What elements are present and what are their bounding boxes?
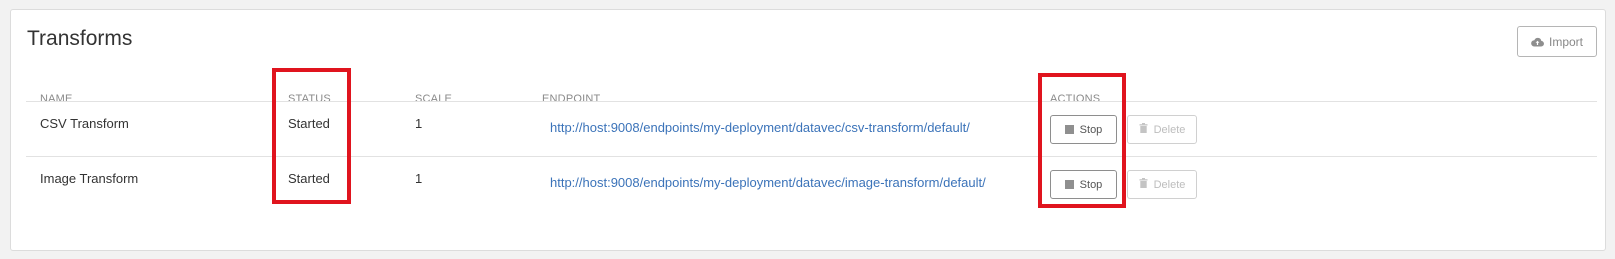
import-button[interactable]: Import (1517, 26, 1597, 57)
row-scale: 1 (415, 116, 423, 131)
column-header-scale: SCALE (415, 93, 453, 105)
row-name: CSV Transform (40, 116, 129, 131)
column-header-actions: ACTIONS (1050, 93, 1101, 105)
delete-button[interactable]: Delete (1127, 170, 1197, 199)
cloud-upload-icon (1531, 37, 1544, 47)
column-header-endpoint: ENDPOINT (542, 93, 601, 105)
trash-icon (1139, 123, 1148, 136)
stop-button[interactable]: Stop (1050, 170, 1117, 199)
row-endpoint-link[interactable]: http://host:9008/endpoints/my-deployment… (550, 175, 986, 190)
header-divider (26, 101, 1597, 102)
stop-label: Stop (1079, 178, 1103, 191)
row-status: Started (288, 116, 330, 131)
row-scale: 1 (415, 171, 423, 186)
stop-icon (1064, 180, 1074, 189)
delete-label: Delete (1153, 123, 1186, 136)
row-endpoint-link[interactable]: http://host:9008/endpoints/my-deployment… (550, 120, 970, 135)
delete-label: Delete (1153, 178, 1186, 191)
import-label: Import (1548, 34, 1583, 49)
row-divider (26, 156, 1597, 157)
column-header-name: NAME (40, 93, 73, 105)
panel-title: Transforms (27, 27, 133, 50)
row-name: Image Transform (40, 171, 139, 186)
transforms-panel: Transforms Import NAME STATUS SCALE ENDP… (10, 9, 1606, 251)
column-header-status: STATUS (288, 93, 331, 105)
row-status: Started (288, 171, 330, 186)
stop-icon (1064, 125, 1074, 134)
delete-button[interactable]: Delete (1127, 115, 1197, 144)
stop-button[interactable]: Stop (1050, 115, 1117, 144)
trash-icon (1139, 178, 1148, 191)
stop-label: Stop (1079, 123, 1103, 136)
